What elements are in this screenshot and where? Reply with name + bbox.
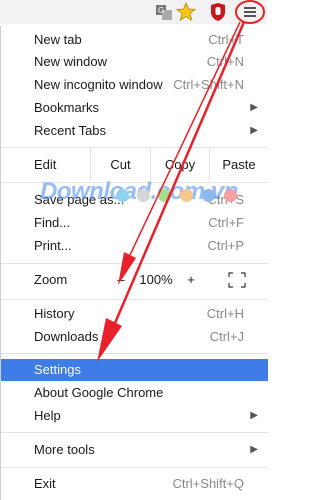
svg-text:G: G <box>158 6 164 15</box>
menu-item-downloads[interactable]: Downloads Ctrl+J <box>1 326 268 348</box>
menu-item-print[interactable]: Print... Ctrl+P <box>1 235 268 257</box>
translate-icon[interactable]: G <box>154 2 174 22</box>
print-shortcut: Ctrl+P <box>207 238 244 253</box>
watermark-dot <box>116 189 129 202</box>
menu-item-about[interactable]: About Google Chrome <box>1 382 268 404</box>
browser-toolbar: G <box>0 0 267 24</box>
watermark-dot <box>180 189 193 202</box>
watermark-dot <box>158 189 171 202</box>
paste-button[interactable]: Paste <box>209 148 268 181</box>
new-tab-shortcut: Ctrl+T <box>208 32 244 47</box>
recent-tabs-label: Recent Tabs <box>34 123 107 138</box>
zoom-out-button[interactable]: – <box>113 269 129 291</box>
menu-divider <box>1 263 268 264</box>
history-label: History <box>34 306 75 321</box>
menu-item-history[interactable]: History Ctrl+H <box>1 303 268 325</box>
chrome-main-menu: New tab Ctrl+T New window Ctrl+N New inc… <box>0 26 268 500</box>
menu-item-exit[interactable]: Exit Ctrl+Shift+Q <box>1 473 268 495</box>
submenu-arrow-icon: ▶ <box>250 444 258 455</box>
menu-item-new-tab[interactable]: New tab Ctrl+T <box>1 29 268 51</box>
menu-item-recent-tabs[interactable]: Recent Tabs ▶ <box>1 120 268 142</box>
menu-item-help[interactable]: Help ▶ <box>1 405 268 427</box>
new-window-label: New window <box>34 54 107 69</box>
submenu-arrow-icon: ▶ <box>250 125 258 136</box>
new-incognito-label: New incognito window <box>34 77 163 92</box>
about-label: About Google Chrome <box>34 385 164 400</box>
chrome-menu-icon[interactable] <box>240 2 260 22</box>
downloads-shortcut: Ctrl+J <box>209 329 244 344</box>
bookmarks-label: Bookmarks <box>34 100 100 115</box>
bookmark-star-icon[interactable] <box>175 1 197 22</box>
cut-button[interactable]: Cut <box>90 148 150 181</box>
copy-button[interactable]: Copy <box>150 148 209 181</box>
new-tab-label: New tab <box>34 32 82 47</box>
extension-shield-icon[interactable] <box>208 2 228 22</box>
watermark-dot <box>224 189 237 202</box>
print-label: Print... <box>34 238 72 253</box>
menu-divider <box>1 353 268 354</box>
submenu-arrow-icon: ▶ <box>250 410 258 421</box>
downloads-label: Downloads <box>34 329 99 344</box>
settings-label: Settings <box>34 362 81 377</box>
menu-item-new-window[interactable]: New window Ctrl+N <box>1 51 268 73</box>
menu-item-settings[interactable]: Settings <box>1 359 268 381</box>
zoom-label: Zoom <box>34 272 68 287</box>
edit-label: Edit <box>34 157 57 172</box>
submenu-arrow-icon: ▶ <box>250 102 258 113</box>
new-incognito-shortcut: Ctrl+Shift+N <box>173 77 244 92</box>
menu-item-more-tools[interactable]: More tools ▶ <box>1 439 268 461</box>
zoom-level-value: 100% <box>139 272 173 287</box>
menu-divider <box>1 299 268 300</box>
menu-item-find[interactable]: Find... Ctrl+F <box>1 212 268 234</box>
menu-divider <box>1 432 268 433</box>
zoom-in-button[interactable]: + <box>183 269 199 291</box>
new-window-shortcut: Ctrl+N <box>206 54 244 69</box>
fullscreen-icon[interactable] <box>228 272 246 288</box>
exit-shortcut: Ctrl+Shift+Q <box>172 476 244 491</box>
help-label: Help <box>34 408 61 423</box>
find-shortcut: Ctrl+F <box>208 215 244 230</box>
menu-item-bookmarks[interactable]: Bookmarks ▶ <box>1 97 268 119</box>
menu-divider <box>1 467 268 468</box>
watermark-dot <box>137 189 150 202</box>
find-label: Find... <box>34 215 71 230</box>
history-shortcut: Ctrl+H <box>206 306 244 321</box>
exit-label: Exit <box>34 476 56 491</box>
watermark-dot <box>202 189 215 202</box>
more-tools-label: More tools <box>34 442 95 457</box>
menu-item-new-incognito[interactable]: New incognito window Ctrl+Shift+N <box>1 74 268 96</box>
